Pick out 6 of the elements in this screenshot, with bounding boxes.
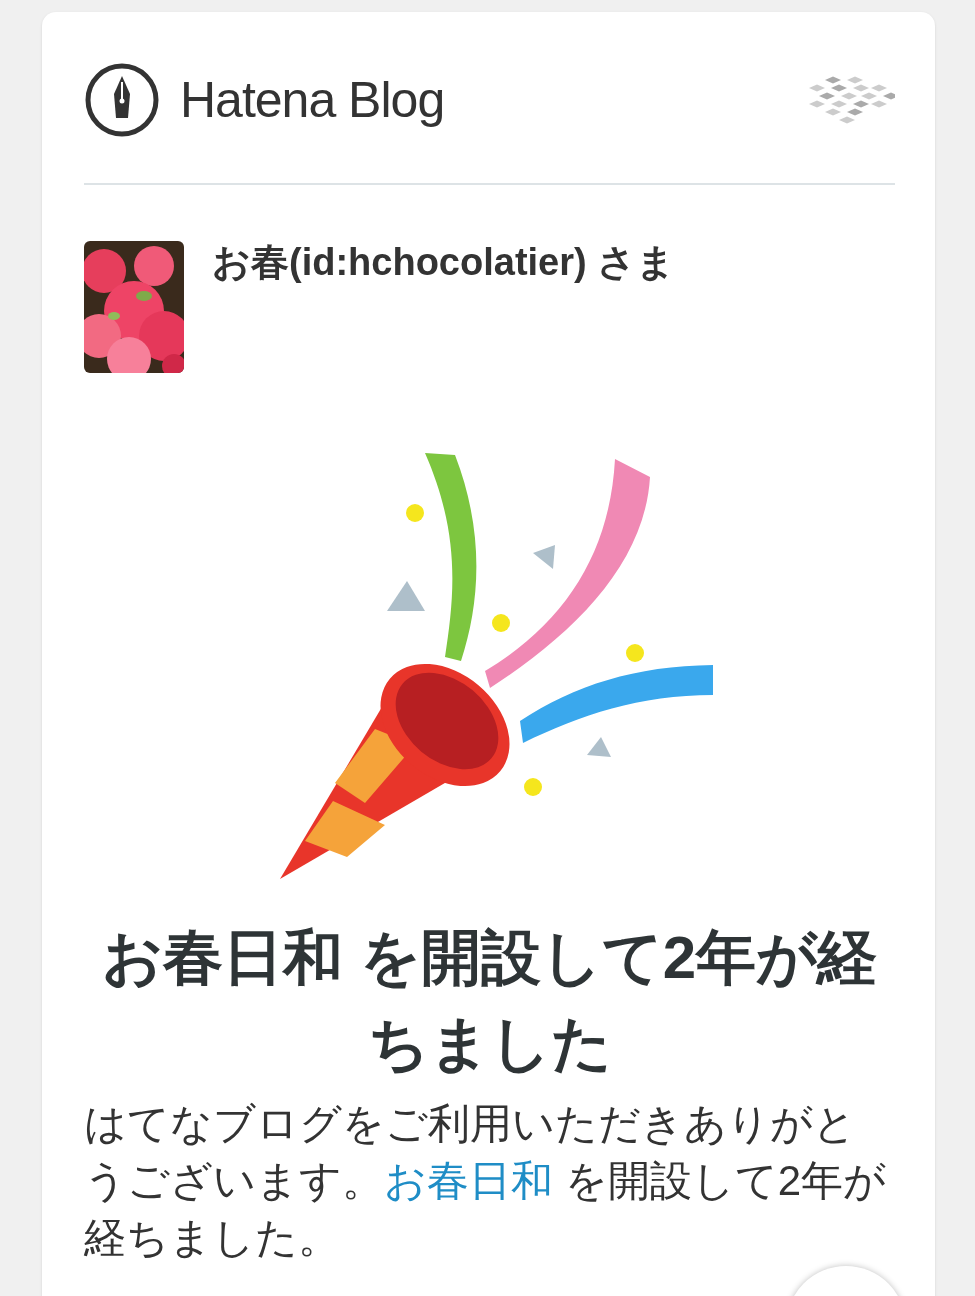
thank-you-message: はてなブログをご利用いただきありがとうございます。お春日和 を開設して2年が経ちました。 [84, 1099, 888, 1263]
pen-nib-logo-icon [84, 62, 160, 138]
blog-link[interactable]: お春日和 [384, 1157, 553, 1204]
anniversary-heading: お春日和 を開設して2年が経ちました [100, 923, 878, 1079]
brand-name: Hatena Blog [180, 75, 445, 125]
user-name: お春(id:hchocolatier) さま [212, 240, 676, 285]
